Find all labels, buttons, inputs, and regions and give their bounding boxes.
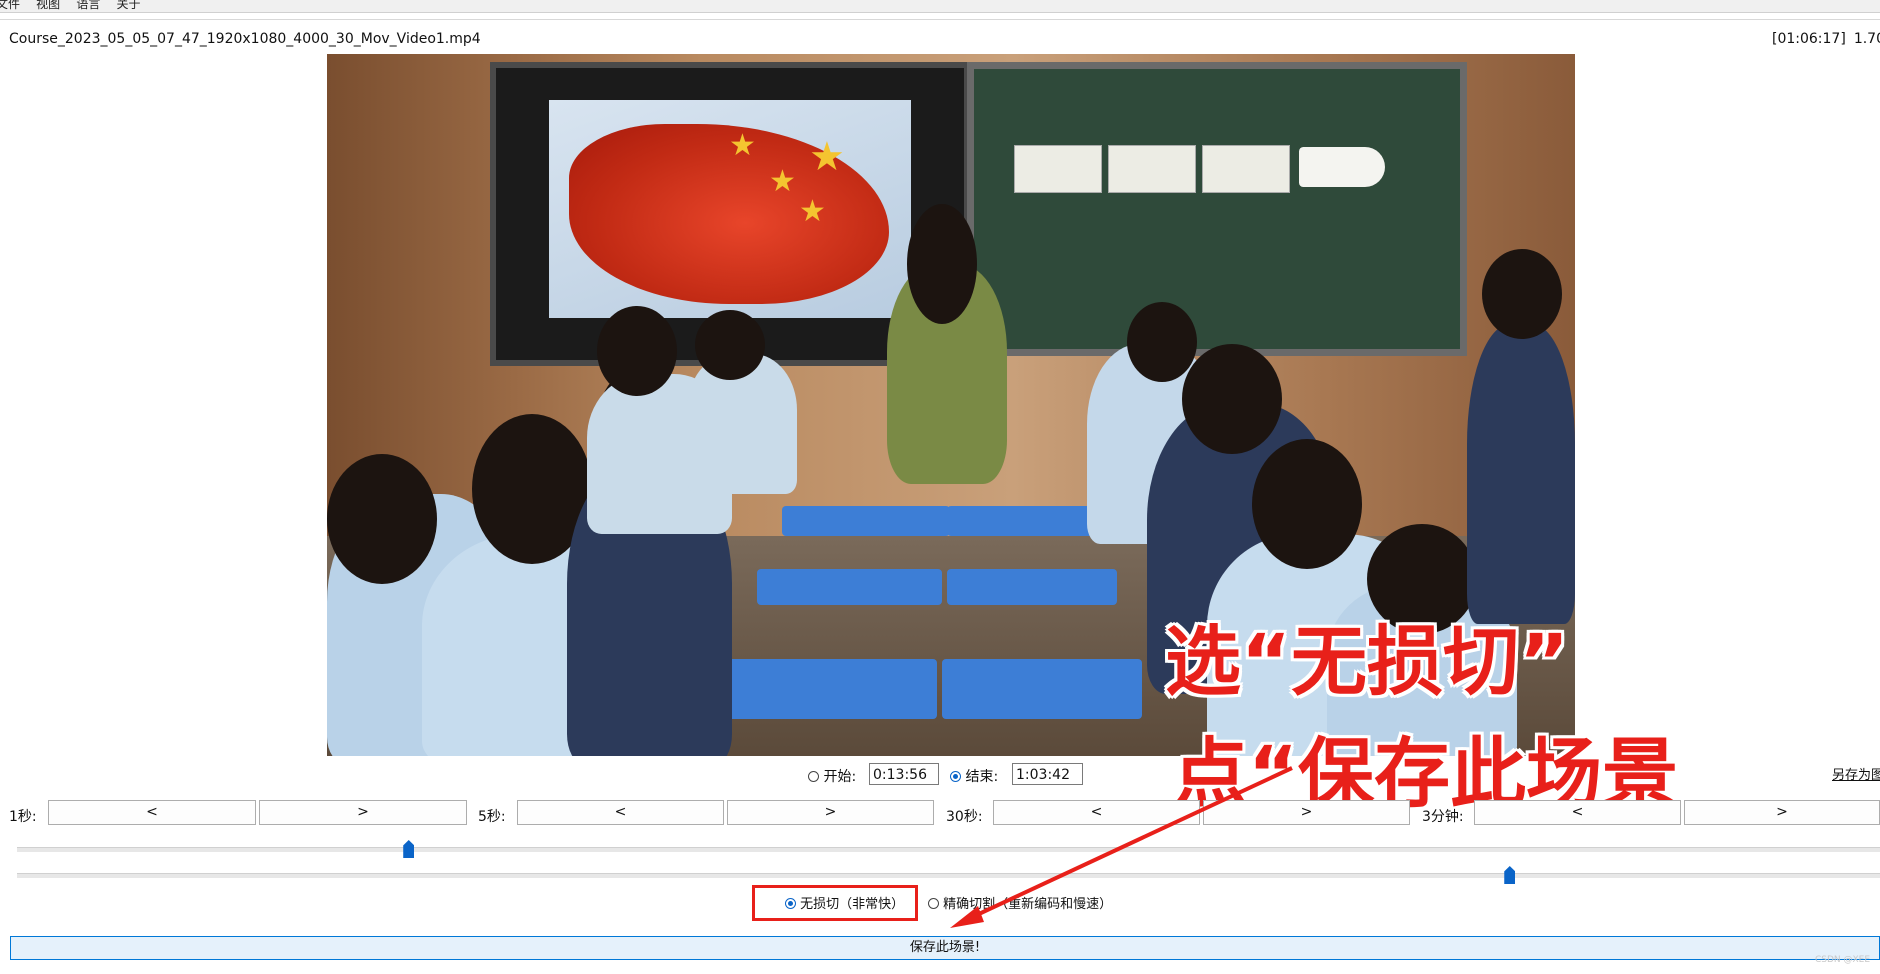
annotation-arrow <box>950 766 1293 928</box>
